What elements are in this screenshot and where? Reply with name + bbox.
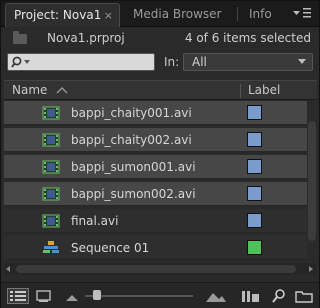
tab-info-label: Info [249,7,272,21]
zoom-out-icon[interactable] [65,288,79,304]
vertical-scroll-thumb[interactable] [308,121,316,241]
zoom-slider-handle[interactable] [93,290,101,300]
tab-media-browser[interactable]: Media Browser [125,3,229,27]
video-clip-icon [42,214,60,228]
panel-tab-bar: Project: Nova1 × Media Browser Info [1,1,319,27]
label-color-swatch[interactable] [247,132,262,147]
selection-status: 4 of 6 items selected [184,31,311,45]
close-icon[interactable]: × [104,4,113,27]
bottom-toolbar [1,282,319,308]
label-color-swatch[interactable] [247,240,262,255]
vertical-scrollbar[interactable] [307,101,317,263]
tab-media-browser-label: Media Browser [133,7,222,21]
column-header-row: Name Label [4,80,317,100]
find-icon[interactable] [271,288,287,304]
chevron-down-icon [298,59,306,64]
project-item-list: bappi_chaity001.avi bappi_chaity002.avi … [4,101,307,263]
video-clip-icon [42,187,60,201]
list-view-icon[interactable] [7,288,29,304]
in-filter-value: All [192,55,207,69]
video-clip-icon [42,160,60,174]
sequence-icon [43,241,59,253]
label-color-swatch[interactable] [247,159,262,174]
label-color-swatch[interactable] [247,213,262,228]
folder-icon [13,31,27,44]
label-color-swatch[interactable] [247,105,262,120]
project-info-row: Nova1.prproj 4 of 6 items selected [1,28,319,50]
zoom-slider[interactable] [85,295,193,297]
search-input[interactable] [7,53,155,71]
automate-to-sequence-icon[interactable] [241,288,261,304]
item-name: bappi_chaity001.avi [71,106,192,120]
list-item[interactable]: bappi_chaity001.avi [4,101,307,125]
scroll-left-arrow-icon[interactable] [6,266,10,272]
tab-info[interactable]: Info [241,3,291,27]
search-icon[interactable] [11,55,33,69]
list-item[interactable]: final.avi [4,209,307,233]
label-color-swatch[interactable] [247,186,262,201]
panel-menu-icon[interactable] [291,5,313,21]
video-clip-icon [42,133,60,147]
list-item[interactable]: bappi_sumon002.avi [4,182,307,206]
icon-view-icon[interactable] [35,288,53,304]
project-panel: Project: Nova1 × Media Browser Info Nova… [0,0,320,308]
sort-ascending-icon[interactable] [56,85,68,95]
column-header-label[interactable]: Label [248,83,280,97]
list-item[interactable]: bappi_sumon001.avi [4,155,307,179]
new-bin-icon[interactable] [295,288,313,304]
horizontal-scroll-thumb[interactable] [16,265,296,273]
project-file-name: Nova1.prproj [47,31,125,45]
tab-project-label: Project: Nova1 [14,8,102,22]
item-name: bappi_chaity002.avi [71,133,192,147]
horizontal-scrollbar[interactable] [4,263,317,275]
tab-project[interactable]: Project: Nova1 × [5,3,120,27]
column-divider[interactable] [240,84,241,98]
item-name: bappi_sumon001.avi [71,160,196,174]
list-item[interactable]: Sequence 01 [4,236,307,260]
column-header-name[interactable]: Name [12,83,47,97]
zoom-in-icon[interactable] [205,288,227,304]
item-name: final.avi [71,214,119,228]
video-clip-icon [42,106,60,120]
tab-divider [237,7,238,21]
scroll-right-arrow-icon[interactable] [309,266,313,272]
list-item[interactable]: bappi_chaity002.avi [4,128,307,152]
in-filter-select[interactable]: All [183,53,313,71]
item-name: bappi_sumon002.avi [71,187,196,201]
in-filter-label: In: [164,55,180,69]
item-name: Sequence 01 [71,241,150,255]
